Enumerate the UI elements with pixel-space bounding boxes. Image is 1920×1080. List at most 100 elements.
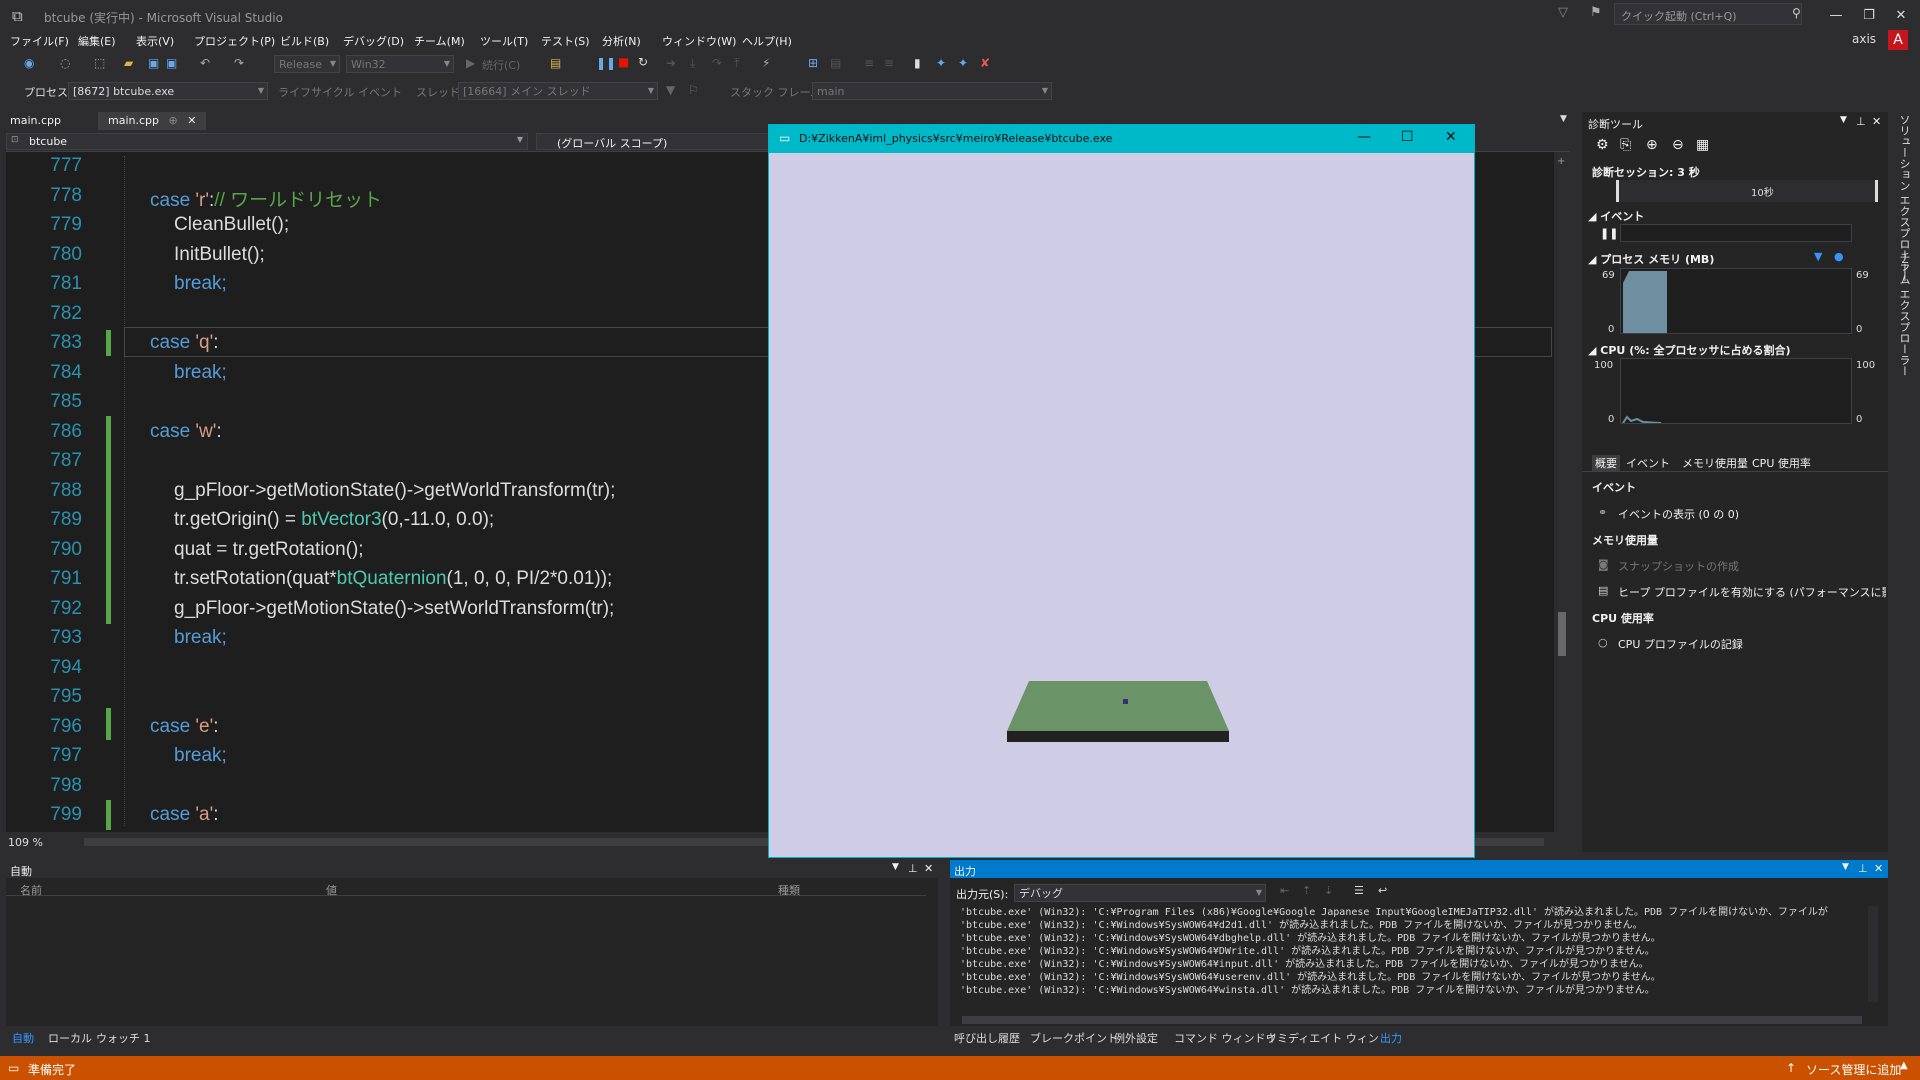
dropdown-icon[interactable]: ▼ bbox=[1842, 862, 1849, 872]
output-text[interactable]: 'btcube.exe' (Win32): 'C:¥Program Files … bbox=[960, 906, 1866, 997]
zoom-level[interactable]: 109 % bbox=[8, 836, 43, 849]
pin-icon[interactable]: ⊥ bbox=[1856, 115, 1866, 128]
stop-icon[interactable]: ■ bbox=[618, 55, 629, 69]
redo-icon[interactable]: ↷ bbox=[234, 56, 244, 70]
comment-icon[interactable]: ▤ bbox=[830, 56, 841, 70]
record-cpu-profile-button[interactable]: CPU プロファイルの記録 bbox=[1618, 636, 1743, 652]
menu-item-6[interactable]: チーム(M) bbox=[414, 32, 465, 52]
btcube-app-window[interactable]: ▭ D:¥ZikkenA¥iml_physics¥src¥meiro¥Relea… bbox=[768, 124, 1475, 858]
clear-all-icon[interactable]: ☰ bbox=[1354, 884, 1364, 897]
maximize-icon[interactable]: ☐ bbox=[1401, 129, 1414, 145]
output-bottom-tab-5[interactable]: 出力 bbox=[1380, 1030, 1402, 1046]
avatar[interactable]: A bbox=[1888, 30, 1908, 50]
output-source-select[interactable]: デバッグ ▼ bbox=[1014, 884, 1266, 902]
global-scope-select[interactable]: (グローバル スコープ) bbox=[536, 133, 776, 150]
close-icon[interactable]: ✕ bbox=[1445, 129, 1457, 145]
cpu-header[interactable]: ◢ CPU (%: 全プロセッサに占める割合) bbox=[1588, 342, 1791, 358]
close-icon[interactable]: ✕ bbox=[1874, 862, 1883, 875]
undo-icon[interactable]: ↶ bbox=[200, 56, 210, 70]
code-line[interactable]: case 'e': bbox=[150, 716, 219, 738]
diagnostics-tab-3[interactable]: CPU 使用率 bbox=[1752, 455, 1811, 471]
code-line[interactable]: case 'a': bbox=[150, 804, 219, 826]
menu-item-8[interactable]: テスト(S) bbox=[541, 32, 590, 52]
scrollbar-thumb[interactable] bbox=[1558, 612, 1566, 656]
hex-display-icon[interactable]: ⚡ bbox=[762, 56, 770, 70]
tab-locals[interactable]: ローカル bbox=[48, 1030, 92, 1046]
find-icon[interactable]: ⊞ bbox=[808, 56, 818, 70]
step-out-icon[interactable]: ⤒ bbox=[734, 56, 739, 71]
back-icon[interactable]: ◉ bbox=[24, 56, 34, 70]
3d-viewport[interactable] bbox=[769, 153, 1474, 857]
menu-item-7[interactable]: ツール(T) bbox=[480, 32, 528, 52]
code-line[interactable]: break; bbox=[174, 745, 227, 767]
filter-icon[interactable]: ▽ bbox=[1558, 5, 1568, 20]
continue-icon[interactable]: ▶ bbox=[466, 56, 475, 70]
output-horizontal-scrollbar[interactable] bbox=[962, 1016, 1862, 1024]
menu-item-9[interactable]: 分析(N) bbox=[602, 32, 641, 52]
events-header[interactable]: ◢ イベント bbox=[1588, 208, 1644, 224]
project-scope-select[interactable]: ⊡ btcube ▼ bbox=[6, 133, 528, 150]
menu-item-10[interactable]: ウィンドウ(W) bbox=[662, 32, 736, 52]
code-line[interactable]: g_pFloor->getMotionState()->setWorldTran… bbox=[174, 598, 614, 620]
open-file-icon[interactable]: ▰ bbox=[124, 56, 133, 70]
next-message-icon[interactable]: ⇣ bbox=[1324, 884, 1333, 897]
column-name[interactable]: 名前 bbox=[20, 882, 42, 898]
chevron-up-icon[interactable]: ▲ bbox=[1900, 1060, 1908, 1071]
dropdown-icon[interactable]: ▼ bbox=[1840, 115, 1847, 125]
take-snapshot-button[interactable]: スナップショットの作成 bbox=[1618, 558, 1739, 574]
zoom-out-icon[interactable]: ⊖ bbox=[1672, 137, 1684, 153]
quick-launch-input[interactable]: クイック起動 (Ctrl+Q) bbox=[1614, 3, 1802, 25]
previous-bookmark-icon[interactable]: ✦ bbox=[936, 56, 946, 70]
code-line[interactable]: break; bbox=[174, 627, 227, 649]
step-over-icon[interactable]: ↷ bbox=[712, 56, 722, 70]
outdent-icon[interactable]: ≡ bbox=[884, 56, 894, 70]
tab-main-cpp-preview[interactable]: main.cpp bbox=[0, 112, 71, 130]
stack-frame-select[interactable]: main ▼ bbox=[812, 82, 1052, 100]
code-line[interactable]: case 'r':// ワールドリセット bbox=[150, 185, 382, 212]
diagnostics-tab-2[interactable]: メモリ使用量 bbox=[1682, 455, 1748, 471]
code-line[interactable]: tr.setRotation(quat*btQuaternion(1, 0, 0… bbox=[174, 568, 612, 590]
code-line[interactable]: tr.getOrigin() = btVector3(0,-11.0, 0.0)… bbox=[174, 509, 494, 531]
previous-message-icon[interactable]: ⇡ bbox=[1302, 884, 1311, 897]
memory-header[interactable]: ◢ プロセス メモリ (MB) bbox=[1588, 251, 1714, 267]
code-line[interactable]: CleanBullet(); bbox=[174, 214, 289, 236]
close-icon[interactable]: ✕ bbox=[924, 862, 933, 875]
restart-icon[interactable]: ↻ bbox=[638, 55, 648, 69]
diagnostics-tab-0[interactable]: 概要 bbox=[1592, 455, 1620, 471]
code-line[interactable]: quat = tr.getRotation(); bbox=[174, 539, 364, 561]
filter-threads-icon[interactable]: ▼ bbox=[666, 83, 675, 97]
tab-main-cpp[interactable]: main.cpp ⊕ ✕ bbox=[98, 112, 207, 130]
output-bottom-tab-0[interactable]: 呼び出し履歴 bbox=[954, 1030, 1020, 1046]
tab-watch-1[interactable]: ウォッチ 1 bbox=[96, 1030, 151, 1046]
minimize-icon[interactable]: — bbox=[1825, 6, 1847, 26]
code-line[interactable]: break; bbox=[174, 362, 227, 384]
cpu-graph[interactable] bbox=[1620, 358, 1852, 424]
code-line[interactable]: case 'q': bbox=[150, 332, 219, 354]
lifecycle-events-button[interactable]: ライフサイクル イベント bbox=[278, 84, 402, 100]
enable-heap-profiling-button[interactable]: ヒープ プロファイルを有効にする (パフォーマンスに影響し bbox=[1618, 584, 1886, 600]
tab-autos[interactable]: 自動 bbox=[12, 1030, 34, 1046]
export-icon[interactable]: ⎘ bbox=[1620, 137, 1631, 153]
bookmark-icon[interactable]: ▮ bbox=[914, 56, 921, 70]
save-all-icon[interactable]: ▣ bbox=[166, 56, 177, 70]
split-icon[interactable]: + bbox=[1557, 156, 1565, 167]
pause-icon[interactable]: ❚❚ bbox=[596, 56, 616, 70]
column-type[interactable]: 種類 bbox=[778, 882, 800, 898]
word-wrap-icon[interactable]: ↩ bbox=[1378, 884, 1387, 897]
code-line[interactable]: break; bbox=[174, 273, 227, 295]
add-to-source-control-button[interactable]: ソース管理に追加 bbox=[1806, 1061, 1901, 1078]
step-into-icon[interactable]: ⤓ bbox=[690, 56, 695, 71]
continue-button[interactable]: 続行(C) bbox=[482, 57, 520, 73]
pin-icon[interactable]: ⊕ bbox=[169, 114, 178, 127]
menu-item-11[interactable]: ヘルプ(H) bbox=[742, 32, 792, 52]
user-name[interactable]: axis bbox=[1852, 32, 1876, 46]
timeline-ruler[interactable]: 10秒 bbox=[1616, 180, 1878, 202]
dropdown-icon[interactable]: ▼ bbox=[892, 862, 899, 872]
tab-team-explorer[interactable]: チーム エクスプローラー bbox=[1896, 252, 1912, 377]
zoom-in-icon[interactable]: ⊕ bbox=[1646, 137, 1658, 153]
column-value[interactable]: 値 bbox=[326, 882, 337, 898]
output-vertical-scrollbar[interactable] bbox=[1868, 906, 1878, 1002]
output-bottom-tab-1[interactable]: ブレークポイント bbox=[1030, 1030, 1118, 1046]
show-next-statement-icon[interactable]: ➜ bbox=[666, 56, 676, 70]
code-line[interactable]: InitBullet(); bbox=[174, 244, 265, 266]
